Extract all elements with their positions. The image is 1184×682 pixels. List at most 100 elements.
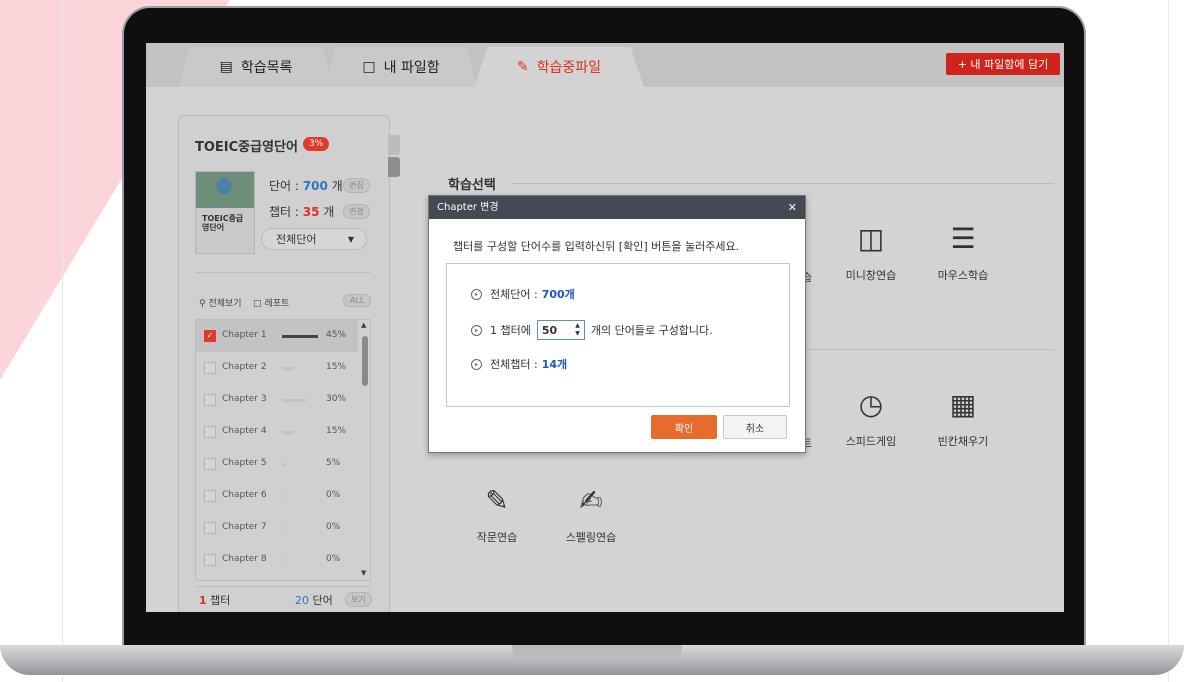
sidebar-toggle-tab[interactable] xyxy=(388,135,400,155)
chapter-name: Chapter 8 xyxy=(222,554,267,564)
chapter-percent: 30% xyxy=(326,394,347,404)
chapter-name: Chapter 4 xyxy=(222,426,267,436)
study-item-writing[interactable]: ✎ 작문연습 xyxy=(452,483,542,545)
total-words-line: ▸ 전체단어 : 700개 xyxy=(471,286,575,302)
laptop-notch xyxy=(512,645,682,659)
chapter-row[interactable]: Chapter 5 5% xyxy=(196,448,358,480)
tab-bar: ▤ 학습목록 □ 내 파일함 ✎ 학습중파일 + 내 파일함에 담기 xyxy=(146,43,1064,87)
close-icon[interactable]: ✕ xyxy=(788,196,797,219)
search-icon: ⚲ xyxy=(199,299,206,309)
total-chapters-line: ▸ 전체챕터 : 14개 xyxy=(471,356,567,372)
chapter-checkbox[interactable] xyxy=(204,490,216,502)
section-divider xyxy=(804,349,1054,350)
add-to-my-files-button[interactable]: + 내 파일함에 담기 xyxy=(946,53,1060,75)
study-item-mini-window[interactable]: ◫ 미니창연습 xyxy=(826,221,916,283)
report-link[interactable]: □ 레포트 xyxy=(253,299,289,309)
words-stat: 단어 : 700 개 xyxy=(269,179,343,193)
alarm-clock-icon: ◷ xyxy=(858,388,884,421)
chapter-checkbox[interactable] xyxy=(204,458,216,470)
chapter-scrollbar[interactable]: ▲ ▼ xyxy=(361,321,368,577)
circle-arrow-icon: ▸ xyxy=(471,324,482,336)
scroll-down-icon[interactable]: ▼ xyxy=(361,569,366,577)
chapter-row[interactable]: Chapter 8 0% xyxy=(196,544,358,576)
chapter-progress-bar xyxy=(282,559,284,562)
words-per-chapter-stepper[interactable]: 50 ▲ ▼ xyxy=(536,320,585,340)
chapter-percent: 15% xyxy=(326,362,347,372)
study-item-speed-game[interactable]: ◷ 스피드게임 xyxy=(826,387,916,449)
word-filter-select[interactable]: 전체단어 ▼ xyxy=(261,228,367,250)
chapter-checkbox[interactable] xyxy=(204,426,216,438)
divider xyxy=(195,586,371,587)
tab-label: 내 파일함 xyxy=(383,60,440,76)
section-divider xyxy=(512,183,1054,184)
chapter-name: Chapter 7 xyxy=(222,522,267,532)
dialog-title: Chapter 변경 xyxy=(437,202,499,213)
chapter-row[interactable]: Chapter 3 30% xyxy=(196,384,358,416)
chapter-checkbox[interactable] xyxy=(204,554,216,566)
chapter-percent: 0% xyxy=(326,522,341,532)
cancel-button[interactable]: 취소 xyxy=(723,415,787,439)
progress-badge: 3% xyxy=(303,137,330,151)
chapter-progress-bar xyxy=(282,495,284,498)
chapter-row[interactable]: Chapter 7 0% xyxy=(196,512,358,544)
chapter-percent: 5% xyxy=(326,458,341,468)
checklist-icon: ☰ xyxy=(950,222,976,255)
scroll-thumb[interactable] xyxy=(362,336,368,386)
chapter-row[interactable]: Chapter 2 15% xyxy=(196,352,358,384)
study-item-mouse-study[interactable]: ☰ 마우스학습 xyxy=(918,221,1008,283)
chapter-row[interactable]: Chapter 4 15% xyxy=(196,416,358,448)
chapter-progress-bar xyxy=(282,431,294,434)
stepper-arrows-icon[interactable]: ▲ ▼ xyxy=(575,322,580,338)
edit-words-button[interactable]: 편집 xyxy=(343,178,370,193)
scroll-up-icon[interactable]: ▲ xyxy=(361,321,366,329)
chapter-checkbox[interactable] xyxy=(204,362,216,374)
chapter-percent: 45% xyxy=(326,330,347,340)
writing-icon: ✎ xyxy=(485,484,509,517)
dialog-message: 챕터를 구성할 단어수를 입력하신뒤 [확인] 버튼을 눌러주세요. xyxy=(453,240,740,253)
chapters-stat: 챕터 : 35 개 xyxy=(269,205,335,219)
chapter-checkbox[interactable] xyxy=(204,394,216,406)
tab-my-files[interactable]: □ 내 파일함 xyxy=(326,47,476,87)
chapter-name: Chapter 1 xyxy=(222,330,267,340)
confirm-button[interactable]: 확인 xyxy=(651,415,717,439)
per-chapter-line: ▸ 1 챕터에 50 ▲ ▼ 개의 단어들로 구성합니다. xyxy=(471,320,713,340)
tab-label: 학습목록 xyxy=(240,60,293,76)
chapter-checkbox[interactable] xyxy=(204,522,216,534)
chevron-down-icon: ▼ xyxy=(347,234,354,244)
mini-window-icon: ◫ xyxy=(857,222,885,255)
change-chapters-button[interactable]: 변경 xyxy=(343,204,370,219)
tab-studying-files[interactable]: ✎ 학습중파일 xyxy=(474,47,644,87)
study-item-fill-blank[interactable]: ▦ 빈칸채우기 xyxy=(918,387,1008,449)
guide-line-left xyxy=(62,0,63,682)
chapter-percent: 15% xyxy=(326,426,347,436)
chapter-checkbox[interactable]: ✓ xyxy=(204,330,216,342)
select-all-button[interactable]: ALL xyxy=(343,294,372,307)
globe-icon xyxy=(216,178,232,194)
chapter-change-dialog: Chapter 변경 ✕ 챕터를 구성할 단어수를 입력하신뒤 [확인] 버튼을… xyxy=(428,195,806,453)
view-words-button[interactable]: 보기 xyxy=(345,592,372,607)
chapter-progress-bar xyxy=(282,367,294,370)
chapter-row[interactable]: ✓ Chapter 1 45% xyxy=(196,320,358,352)
document-icon: □ xyxy=(253,299,262,309)
list-doc-icon: ▤ xyxy=(219,59,233,75)
chapter-progress-bar xyxy=(282,527,284,530)
sidebar: TOEIC중급영단어 3% TOEIC중급 영단어 단어 : 700 개 편집 … xyxy=(178,115,390,612)
folder-icon: □ xyxy=(362,59,376,75)
chapter-progress-bar xyxy=(282,399,306,402)
tab-study-list[interactable]: ▤ 학습목록 xyxy=(180,47,332,87)
section-title: 학습선택 xyxy=(448,178,496,193)
sidebar-toggle-tab[interactable] xyxy=(388,157,400,177)
circle-arrow-icon: ▸ xyxy=(471,288,482,300)
view-all-link[interactable]: ⚲ 전체보기 xyxy=(199,299,242,309)
study-item-spelling[interactable]: ✍ 스펠링연습 xyxy=(546,483,636,545)
guide-line-right xyxy=(1168,0,1169,682)
dialog-content-box: ▸ 전체단어 : 700개 ▸ 1 챕터에 50 ▲ ▼ 개의 단어들로 구성합니… xyxy=(446,263,790,407)
selected-words-summary: 20 단어 xyxy=(295,594,333,607)
chapter-name: Chapter 2 xyxy=(222,362,267,372)
chapter-name: Chapter 3 xyxy=(222,394,267,404)
pencil-icon: ✎ xyxy=(516,59,529,75)
divider xyxy=(195,272,371,273)
chapter-progress-bar xyxy=(282,463,286,466)
book-cover: TOEIC중급 영단어 xyxy=(195,171,255,254)
chapter-row[interactable]: Chapter 6 0% xyxy=(196,480,358,512)
